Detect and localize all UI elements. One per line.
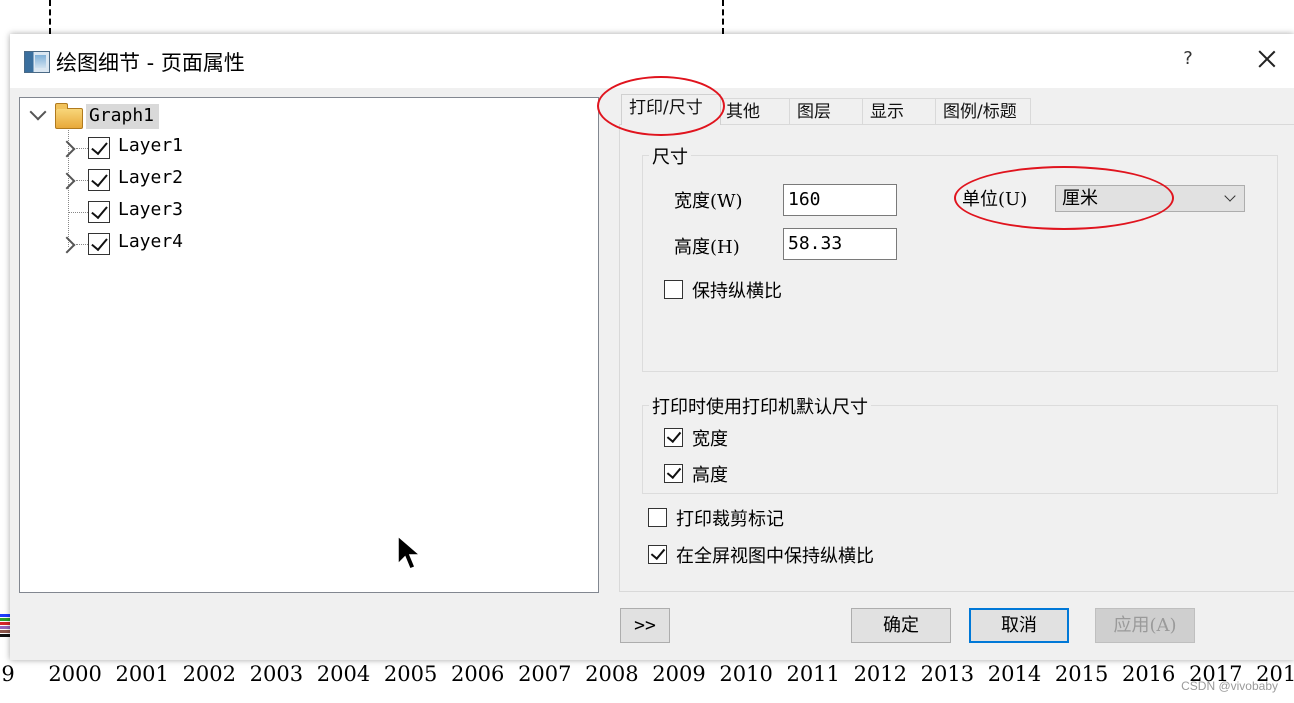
printer-width-checkbox[interactable] [664,428,683,447]
x-tick-label: 2004 [316,662,371,686]
app-icon [24,51,50,73]
tab-legend-title[interactable]: 图例/标题 [935,98,1031,124]
x-tick-label: 2015 [1054,662,1109,686]
x-tick-label: 2014 [987,662,1042,686]
fullscreen-aspect-label: 在全屏视图中保持纵横比 [676,546,874,567]
x-tick-label: 2010 [719,662,773,686]
tab-content-print-size: 尺寸 宽度(W) 160 高度(H) 58.33 单位(U) 厘米 保持纵横比 … [619,124,1294,592]
crop-marks-checkbox[interactable] [648,508,667,527]
object-tree[interactable]: Graph1 Layer1 Layer2 Layer3 Layer4 [19,97,599,593]
expand-button[interactable]: >> [620,608,670,643]
x-tick-label: 2011 [786,662,840,686]
printer-width-label: 宽度 [692,429,728,450]
x-tick-label: 2007 [518,662,572,686]
tab-print-size[interactable]: 打印/尺寸 [621,94,721,125]
chevron-right-icon[interactable] [58,172,76,190]
watermark: CSDN @vivobaby [1181,679,1278,693]
tree-item-layer2[interactable]: Layer2 [20,164,220,194]
x-tick-label: 2006 [450,662,505,686]
tab-layers[interactable]: 图层 [789,98,863,124]
x-tick-label: 2012 [853,662,908,686]
unit-select-value: 厘米 [1062,188,1098,209]
plot-dashed-line-right [722,0,724,34]
close-icon[interactable] [1254,46,1280,72]
width-label: 宽度(W) [674,191,743,212]
tree-item-layer1[interactable]: Layer1 [20,132,220,162]
height-label: 高度(H) [674,237,740,258]
x-tick-label: 9 [1,662,15,686]
unit-select[interactable]: 厘米 [1055,185,1245,212]
x-tick-label: 2009 [652,662,706,686]
tree-root-graph[interactable]: Graph1 [20,100,220,130]
x-tick-label: 2002 [182,662,237,686]
mouse-cursor-icon [397,534,423,570]
x-tick-label: 2013 [920,662,975,686]
ok-button[interactable]: 确定 [851,608,951,643]
keep-aspect-checkbox[interactable] [664,280,683,299]
help-button[interactable]: ? [1178,48,1198,69]
tree-guide-line [76,180,88,181]
apply-button[interactable]: 应用(A) [1095,608,1195,643]
chevron-down-icon [1224,190,1236,202]
x-tick-label: 2000 [48,662,102,686]
tree-guide-line [76,148,88,149]
tree-guide-line [76,244,88,245]
x-tick-label: 2016 [1121,662,1176,686]
layer4-label: Layer4 [118,231,184,252]
tree-item-layer4[interactable]: Layer4 [20,228,220,258]
chevron-down-icon[interactable] [29,103,47,121]
layer1-label: Layer1 [118,135,184,156]
dialog-title: 绘图细节 - 页面属性 [56,51,245,75]
printer-height-label: 高度 [692,465,728,486]
tree-guide-line [68,212,88,213]
tab-other[interactable]: 其他 [718,98,790,124]
chevron-right-icon[interactable] [58,140,76,158]
folder-open-icon [55,103,83,129]
layer1-checkbox[interactable] [88,137,110,159]
keep-aspect-label: 保持纵横比 [692,281,782,302]
unit-label: 单位(U) [962,189,1028,210]
layer2-checkbox[interactable] [88,169,110,191]
tab-display[interactable]: 显示 [862,98,936,124]
size-group-title: 尺寸 [649,143,691,169]
chevron-right-icon[interactable] [58,236,76,254]
title-bar[interactable]: 绘图细节 - 页面属性 ? [10,34,1294,88]
layer4-checkbox[interactable] [88,233,110,255]
width-input[interactable]: 160 [783,184,897,216]
plot-details-dialog: 绘图细节 - 页面属性 ? Graph1 Layer1 Layer2 Layer… [10,34,1294,660]
tree-root-label: Graph1 [86,104,160,129]
crop-marks-label: 打印裁剪标记 [676,509,784,530]
printer-default-group-title: 打印时使用打印机默认尺寸 [649,393,871,419]
plot-dashed-line-left [49,0,51,34]
fullscreen-aspect-checkbox[interactable] [648,545,667,564]
layer3-checkbox[interactable] [88,201,110,223]
x-tick-label: 2003 [249,662,304,686]
height-input[interactable]: 58.33 [783,228,897,260]
printer-height-checkbox[interactable] [664,464,683,483]
layer2-label: Layer2 [118,167,184,188]
x-tick-label: 2008 [585,662,639,686]
x-tick-label: 2005 [383,662,438,686]
layer3-label: Layer3 [118,199,184,220]
cancel-button[interactable]: 取消 [969,608,1069,643]
x-tick-label: 2001 [115,662,169,686]
tree-item-layer3[interactable]: Layer3 [20,196,220,226]
